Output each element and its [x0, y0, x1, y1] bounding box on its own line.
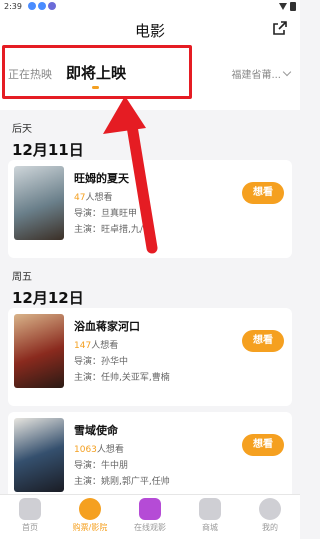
date-label: 12月11日 — [12, 141, 84, 159]
movie-poster[interactable] — [14, 314, 64, 388]
weekday-label: 后天 — [12, 124, 32, 135]
page-title: 电影 — [134, 22, 165, 40]
tab-profile[interactable]: 我的 — [240, 495, 300, 539]
movie-title: 雪域使命 — [74, 424, 118, 437]
movie-cast: 主演：任帅,关亚军,曹楠 — [74, 373, 170, 383]
notification-icons — [28, 2, 56, 10]
film-reel-icon — [79, 498, 101, 520]
movie-poster[interactable] — [14, 166, 64, 240]
want-count: 1063人想看 — [74, 442, 124, 455]
want-suffix: 人想看 — [85, 193, 113, 203]
movie-title: 旺姆的夏天 — [74, 172, 129, 185]
want-number: 147 — [74, 341, 92, 351]
movie-card[interactable]: 旺姆的夏天 47人想看 导演：旦真旺甲 主演：旺卓措,九/ 想看 — [8, 160, 292, 258]
tab-label: 首页 — [22, 523, 38, 532]
city-label: 福建省莆... — [231, 70, 281, 81]
date-header: 周五 12月12日 — [12, 268, 84, 308]
chevron-down-icon — [282, 67, 292, 77]
movie-title: 浴血蒋家河口 — [74, 320, 140, 333]
shop-bag-icon — [199, 498, 221, 520]
city-selector[interactable]: 福建省莆... — [231, 66, 292, 81]
want-count: 47人想看 — [74, 190, 112, 203]
want-suffix: 人想看 — [91, 341, 119, 351]
tab-home[interactable]: 首页 — [0, 495, 60, 539]
weekday-label: 周五 — [12, 272, 32, 283]
tab-label: 我的 — [262, 523, 278, 532]
home-icon — [19, 498, 41, 520]
want-count: 147人想看 — [74, 338, 118, 351]
want-to-see-button[interactable]: 想看 — [242, 434, 284, 456]
movie-card[interactable]: 浴血蒋家河口 147人想看 导演：孙华中 主演：任帅,关亚军,曹楠 想看 — [8, 308, 292, 406]
movie-cast: 主演：姚刚,郭广平,任帅 — [74, 477, 170, 487]
tab-online[interactable]: 在线观影 — [120, 495, 180, 539]
share-icon[interactable] — [272, 20, 288, 36]
want-number: 1063 — [74, 445, 97, 455]
battery-icon — [290, 2, 296, 11]
tab-label: 在线观影 — [134, 523, 166, 532]
movie-director: 导演：旦真旺甲 — [74, 209, 138, 219]
want-number: 47 — [74, 193, 86, 203]
bottom-tab-bar: 首页 购票/影院 在线观影 商城 我的 — [0, 494, 300, 539]
date-label: 12月12日 — [12, 289, 84, 307]
tab-label: 商城 — [202, 523, 218, 532]
highlight-box — [2, 45, 192, 99]
date-header: 后天 12月11日 — [12, 120, 84, 160]
tab-label: 购票/影院 — [72, 523, 108, 532]
movie-director: 导演：孙华中 — [74, 357, 129, 367]
want-suffix: 人想看 — [96, 445, 124, 455]
want-to-see-button[interactable]: 想看 — [242, 330, 284, 352]
tab-shop[interactable]: 商城 — [180, 495, 240, 539]
movie-director: 导演：牛中朋 — [74, 461, 129, 471]
play-icon — [139, 498, 161, 520]
wifi-icon — [279, 3, 287, 10]
want-to-see-button[interactable]: 想看 — [242, 182, 284, 204]
movie-poster[interactable] — [14, 418, 64, 492]
status-time: 2:39 — [4, 2, 22, 11]
system-icons — [279, 2, 296, 11]
status-bar: 2:39 — [0, 0, 300, 14]
movie-cast: 主演：旺卓措,九/ — [74, 225, 143, 235]
tab-tickets[interactable]: 购票/影院 — [60, 495, 120, 539]
profile-icon — [259, 498, 281, 520]
